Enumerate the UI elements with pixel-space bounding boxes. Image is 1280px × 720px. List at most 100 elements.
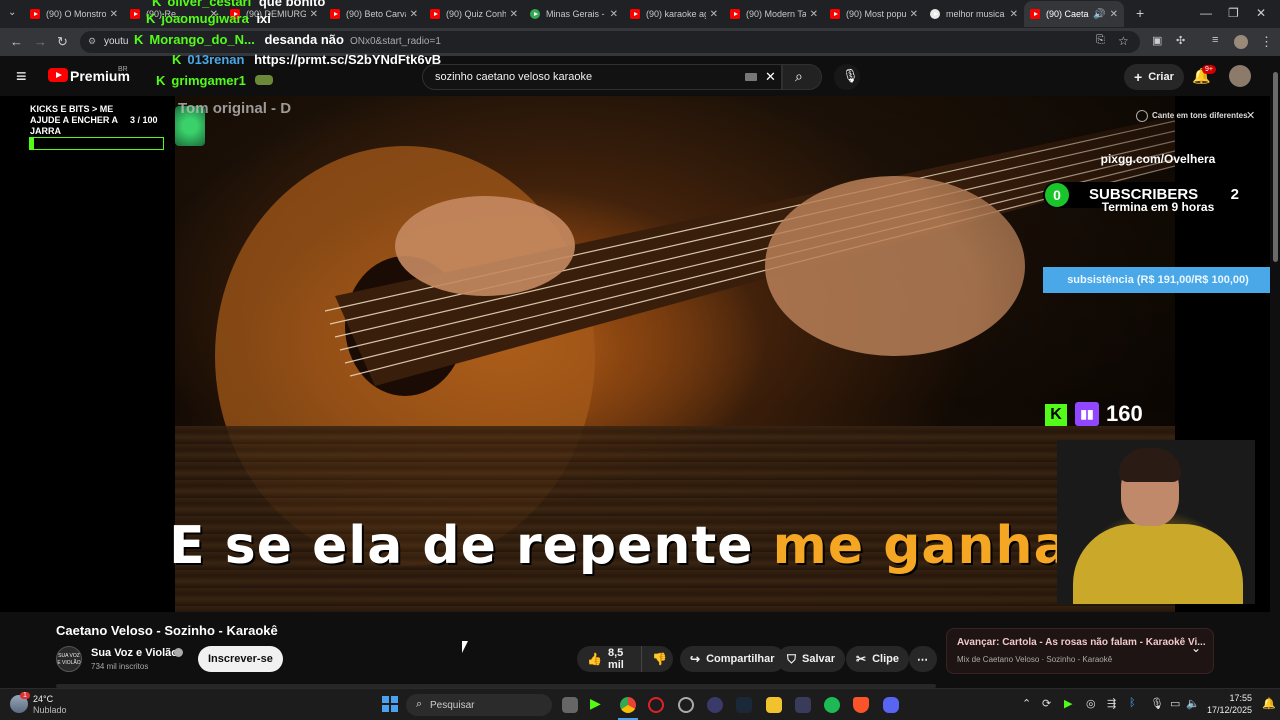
youtube-logo-icon[interactable] — [48, 68, 68, 82]
hamburger-menu-icon[interactable]: ≡ — [16, 66, 27, 87]
plus-icon: + — [1134, 69, 1143, 85]
page-scrollbar[interactable] — [1271, 60, 1280, 688]
profile-avatar[interactable] — [1234, 35, 1248, 49]
browser-tab[interactable]: melhor musica ✕ — [924, 1, 1024, 27]
audio-playing-icon[interactable]: 🔊 — [1093, 9, 1105, 20]
youtube-icon — [430, 9, 440, 19]
kick-logo-icon: K — [1045, 404, 1067, 426]
brave-icon[interactable] — [853, 697, 869, 713]
close-tab-icon[interactable]: ✕ — [910, 9, 918, 20]
up-next-card[interactable]: Avançar: Cartola - As rosas não falam - … — [946, 628, 1214, 674]
search-icon: ⌕ — [416, 698, 423, 710]
search-input[interactable]: sozinho caetano veloso karaoke ✕ — [422, 64, 782, 90]
subscribe-button[interactable]: Inscrever-se — [198, 646, 283, 672]
close-tab-icon[interactable]: ✕ — [810, 9, 818, 20]
sing-different-tones-label[interactable]: Cante em tons diferentes — [1152, 111, 1248, 120]
youtube-icon — [130, 9, 140, 19]
app-icon[interactable] — [678, 697, 694, 713]
more-actions-button[interactable]: ⋯ — [909, 646, 937, 672]
new-tab-button[interactable]: + — [1136, 5, 1144, 21]
chat-message: Kjoaomugiwara ixi — [146, 11, 271, 26]
close-tab-icon[interactable]: ✕ — [1010, 9, 1018, 20]
browser-tab[interactable]: Minas Gerais - ✕ — [524, 1, 624, 27]
browser-tab[interactable]: (90) Most popu ✕ — [824, 1, 924, 27]
bookmark-star-icon[interactable]: ☆ — [1118, 34, 1129, 48]
close-tab-icon[interactable]: ✕ — [610, 9, 618, 20]
notification-center-icon[interactable]: 🔔 — [1262, 697, 1276, 710]
spotify-icon[interactable] — [824, 697, 840, 713]
install-app-icon[interactable]: ⎘ — [1096, 34, 1105, 47]
like-button[interactable]: 👍 8,5 mil — [577, 646, 641, 672]
clock-date[interactable]: 17/12/2025 — [1198, 705, 1252, 715]
lyric-highlight-part: me ganha? — [772, 516, 1101, 576]
voice-search-button[interactable]: 🎙 — [834, 64, 860, 90]
tray-microphone-icon[interactable]: 🎙 — [1150, 697, 1164, 710]
tone-icon[interactable] — [1136, 110, 1148, 122]
minimize-icon[interactable]: — — [1200, 6, 1212, 20]
tray-kick-icon[interactable]: ▶ — [1064, 697, 1072, 710]
site-info-icon[interactable]: ⚙ — [88, 36, 96, 47]
chat-message: Kgrimgamer1 — [156, 73, 274, 88]
youtube-icon — [30, 9, 40, 19]
clock-time[interactable]: 17:55 — [1208, 693, 1252, 703]
tray-network-share-icon[interactable]: ⇶ — [1107, 697, 1116, 710]
app-icon[interactable] — [707, 697, 723, 713]
bluetooth-icon[interactable]: ᛒ — [1129, 697, 1136, 709]
browser-tab[interactable]: (90) karaoke ag ✕ — [624, 1, 724, 27]
channel-name[interactable]: Sua Voz e Violão — [91, 647, 178, 659]
forward-icon[interactable]: → — [34, 34, 47, 49]
keyboard-icon[interactable] — [745, 73, 757, 81]
kick-app-icon[interactable]: ▶ — [590, 695, 606, 711]
more-dots-icon: ⋯ — [917, 653, 928, 666]
menu-dots-icon[interactable]: ⋮ — [1260, 34, 1273, 50]
close-tab-icon[interactable]: ✕ — [710, 9, 718, 20]
back-icon[interactable]: ← — [10, 34, 23, 49]
task-view-icon[interactable] — [562, 697, 578, 713]
save-button[interactable]: ⛉ Salvar — [777, 646, 846, 672]
tray-app-icon[interactable]: ◎ — [1086, 697, 1096, 710]
chrome-icon[interactable] — [620, 697, 636, 713]
tray-sync-icon[interactable]: ⟳ — [1042, 697, 1051, 710]
opera-icon[interactable] — [648, 697, 664, 713]
search-button[interactable]: ⌕ — [782, 64, 822, 90]
browser-tab[interactable]: (90) O Monstro ✕ — [24, 1, 124, 27]
close-overlay-icon[interactable]: ✕ — [1246, 109, 1255, 122]
windows-start-icon[interactable] — [382, 696, 398, 712]
steam-icon[interactable] — [736, 697, 752, 713]
bookmark-icon: ⛉ — [787, 651, 797, 666]
browser-tab[interactable]: (90) Modern Ta ✕ — [724, 1, 824, 27]
puzzle-icon[interactable]: ✣ — [1176, 34, 1185, 47]
dislike-button[interactable]: 👎 — [641, 646, 673, 672]
expand-chevron-icon[interactable]: ⌄ — [1191, 641, 1201, 655]
close-tab-icon[interactable]: ✕ — [510, 9, 518, 20]
discord-icon[interactable] — [883, 697, 899, 713]
reload-icon[interactable]: ↻ — [57, 34, 68, 50]
account-avatar[interactable] — [1229, 65, 1251, 87]
channel-avatar[interactable]: SUA VOZ E VIOLÃO — [56, 646, 82, 672]
file-explorer-icon[interactable] — [766, 697, 782, 713]
notification-badge: 9+ — [1202, 65, 1216, 74]
extension-icon[interactable]: ▣ — [1152, 34, 1162, 47]
close-tab-icon[interactable]: ✕ — [410, 9, 418, 20]
clear-search-icon[interactable]: ✕ — [765, 69, 776, 85]
tab-search-chevron-icon[interactable]: ⌄ — [8, 7, 16, 18]
tray-overflow-icon[interactable]: ⌃ — [1022, 697, 1031, 710]
app-icon[interactable] — [795, 697, 811, 713]
video-player[interactable]: E se ela de repente me ganha? KICKS E BI… — [0, 96, 1270, 612]
create-button[interactable]: + Criar — [1124, 64, 1184, 90]
media-controls-icon[interactable]: ≡ — [1212, 34, 1218, 46]
scrollbar-thumb[interactable] — [1273, 72, 1278, 262]
close-window-icon[interactable]: ✕ — [1256, 6, 1266, 20]
close-tab-icon[interactable]: ✕ — [310, 9, 318, 20]
browser-tab-active[interactable]: (90) Caeta 🔊 ✕ — [1024, 1, 1124, 27]
clip-button[interactable]: ✂ Clipe — [846, 646, 909, 672]
close-tab-icon[interactable]: ✕ — [110, 9, 118, 20]
browser-tab[interactable]: (90) Quiz Conh ✕ — [424, 1, 524, 27]
restore-icon[interactable]: ❐ — [1228, 6, 1239, 20]
taskbar-search[interactable]: ⌕ Pesquisar — [406, 694, 552, 716]
network-icon[interactable]: ▭ — [1170, 697, 1180, 710]
youtube-icon — [730, 9, 740, 19]
browser-tab[interactable]: (90) Beto Carva ✕ — [324, 1, 424, 27]
share-button[interactable]: ↪ Compartilhar — [680, 646, 785, 672]
close-tab-icon[interactable]: ✕ — [1110, 9, 1118, 20]
